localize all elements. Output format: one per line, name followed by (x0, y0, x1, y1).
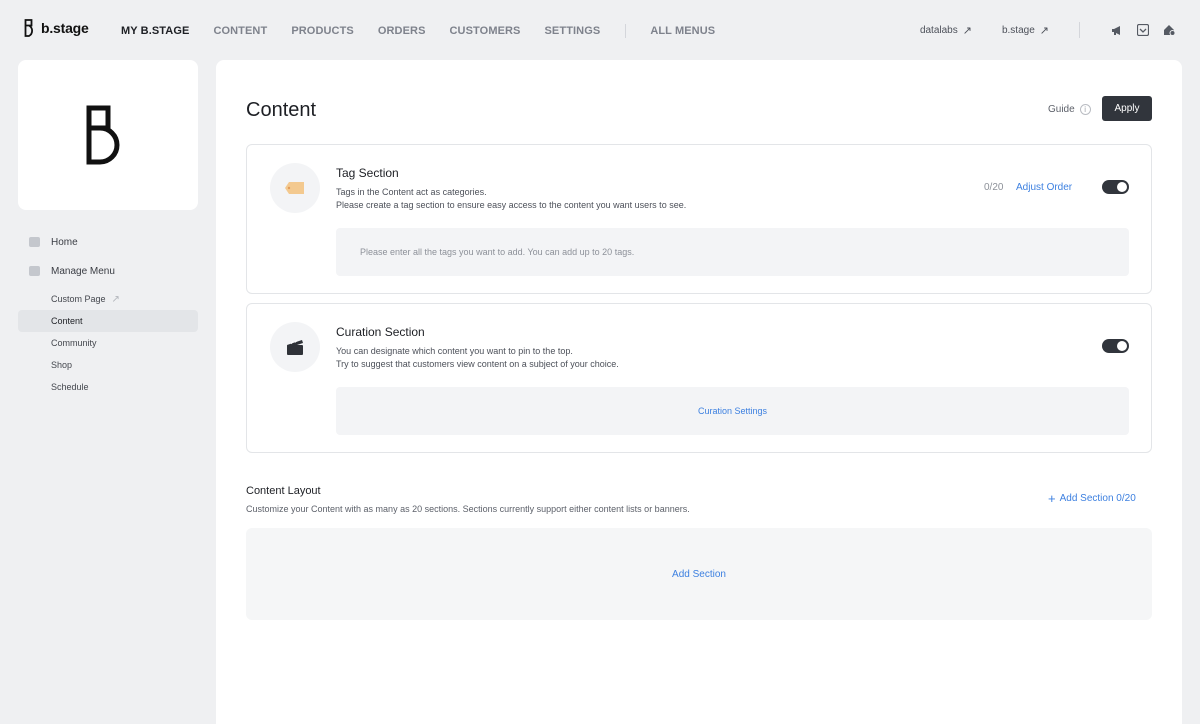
nav-orders[interactable]: ORDERS (378, 25, 426, 37)
sidebar-subitem-label: Schedule (51, 382, 89, 392)
bstage-link-label: b.stage (1001, 24, 1035, 36)
nav-settings[interactable]: SETTINGS (545, 25, 601, 37)
tag-section-desc-line: Please create a tag section to ensure ea… (336, 200, 687, 210)
curation-section-title: Curation Section (336, 325, 425, 339)
external-link-icon: ↗ (111, 293, 120, 305)
sidebar-item-manage-menu[interactable]: Manage Menu (18, 259, 198, 283)
sidebar-subitem-custom-page[interactable]: Custom Page ↗ (18, 288, 198, 310)
sidebar-menu: Home Manage Menu Custom Page ↗ Content C… (18, 230, 198, 398)
info-icon: i (1079, 104, 1091, 115)
top-bar: b.stage MY B.STAGE CONTENT PRODUCTS ORDE… (0, 0, 1200, 60)
sidebar-item-label: Home (51, 236, 78, 248)
tag-input-area[interactable]: Please enter all the tags you want to ad… (336, 228, 1129, 276)
tag-section-toggle[interactable] (1102, 180, 1129, 194)
brand-name: b.stage (41, 20, 89, 36)
bstage-link[interactable]: b.stage ↗ (1002, 24, 1049, 37)
home-settings-icon[interactable] (1162, 23, 1176, 37)
sidebar-subitem-shop[interactable]: Shop (18, 354, 198, 376)
nav-customers[interactable]: CUSTOMERS (450, 25, 521, 37)
sidebar-subitem-community[interactable]: Community (18, 332, 198, 354)
tag-count: 0/20 (984, 182, 1004, 193)
external-link-icon: ↗ (962, 24, 972, 37)
nav-all-menus[interactable]: ALL MENUS (650, 25, 715, 37)
sidebar-subitem-label: Content (51, 316, 83, 326)
add-section-area[interactable]: Add Section (246, 528, 1152, 620)
clapperboard-icon (270, 322, 320, 372)
datalabs-link[interactable]: datalabs ↗ (920, 24, 972, 37)
top-divider (1079, 22, 1080, 38)
nav-products[interactable]: PRODUCTS (291, 25, 354, 37)
curation-section-description: You can designate which content you want… (336, 345, 619, 371)
home-icon (29, 237, 40, 247)
content-layout-title: Content Layout (246, 485, 321, 497)
curation-section-card: Curation Section You can designate which… (246, 303, 1152, 453)
main-panel: Content Guide i Apply Tag Section Tags i… (216, 60, 1182, 724)
sidebar-item-label: Manage Menu (51, 265, 115, 277)
nav-divider (625, 24, 627, 38)
nav-content[interactable]: CONTENT (213, 25, 267, 37)
bstage-logo-icon (24, 19, 33, 37)
top-right-links: datalabs ↗ b.stage ↗ (920, 22, 1176, 38)
adjust-order-link[interactable]: Adjust Order (1016, 182, 1072, 193)
add-section-button-label: Add Section (672, 568, 726, 580)
curation-section-desc-line: You can designate which content you want… (336, 346, 573, 356)
add-section-link-label: Add Section 0/20 (1059, 493, 1136, 504)
sidebar-item-home[interactable]: Home (18, 230, 198, 254)
nav-my-bstage[interactable]: MY B.STAGE (121, 25, 189, 37)
guide-label: Guide (1048, 104, 1075, 115)
menu-icon (29, 266, 40, 276)
apply-button[interactable]: Apply (1102, 96, 1152, 121)
bstage-large-logo-icon (86, 105, 120, 165)
sidebar-subitem-label: Custom Page (51, 294, 106, 304)
guide-link[interactable]: Guide i (1048, 104, 1091, 115)
megaphone-icon[interactable] (1110, 23, 1124, 37)
add-section-link[interactable]: + Add Section 0/20 (1048, 490, 1136, 506)
curation-section-desc-line: Try to suggest that customers view conte… (336, 359, 619, 369)
curation-settings-button[interactable]: Curation Settings (336, 387, 1129, 435)
profile-logo-card (18, 60, 198, 210)
external-link-icon: ↗ (1039, 24, 1049, 37)
brand-logo[interactable]: b.stage (24, 19, 89, 37)
content-layout-description: Customize your Content with as many as 2… (246, 504, 690, 514)
curation-section-toggle[interactable] (1102, 339, 1129, 353)
sidebar-subitem-label: Shop (51, 360, 73, 370)
tag-section-description: Tags in the Content act as categories. P… (336, 186, 686, 212)
sidebar-subitem-schedule[interactable]: Schedule (18, 376, 198, 398)
plus-icon: + (1048, 490, 1056, 506)
tag-section-title: Tag Section (336, 166, 399, 180)
tag-section-desc-line: Tags in the Content act as categories. (336, 187, 487, 197)
tag-icon (270, 163, 320, 213)
sidebar-subitem-label: Community (51, 338, 97, 348)
main-nav: MY B.STAGE CONTENT PRODUCTS ORDERS CUSTO… (121, 24, 739, 38)
page-title: Content (246, 99, 317, 121)
inbox-icon[interactable] (1136, 23, 1150, 37)
tag-section-card: Tag Section Tags in the Content act as c… (246, 144, 1152, 294)
sidebar-subitem-content[interactable]: Content (18, 310, 198, 332)
datalabs-link-label: datalabs (919, 24, 958, 36)
